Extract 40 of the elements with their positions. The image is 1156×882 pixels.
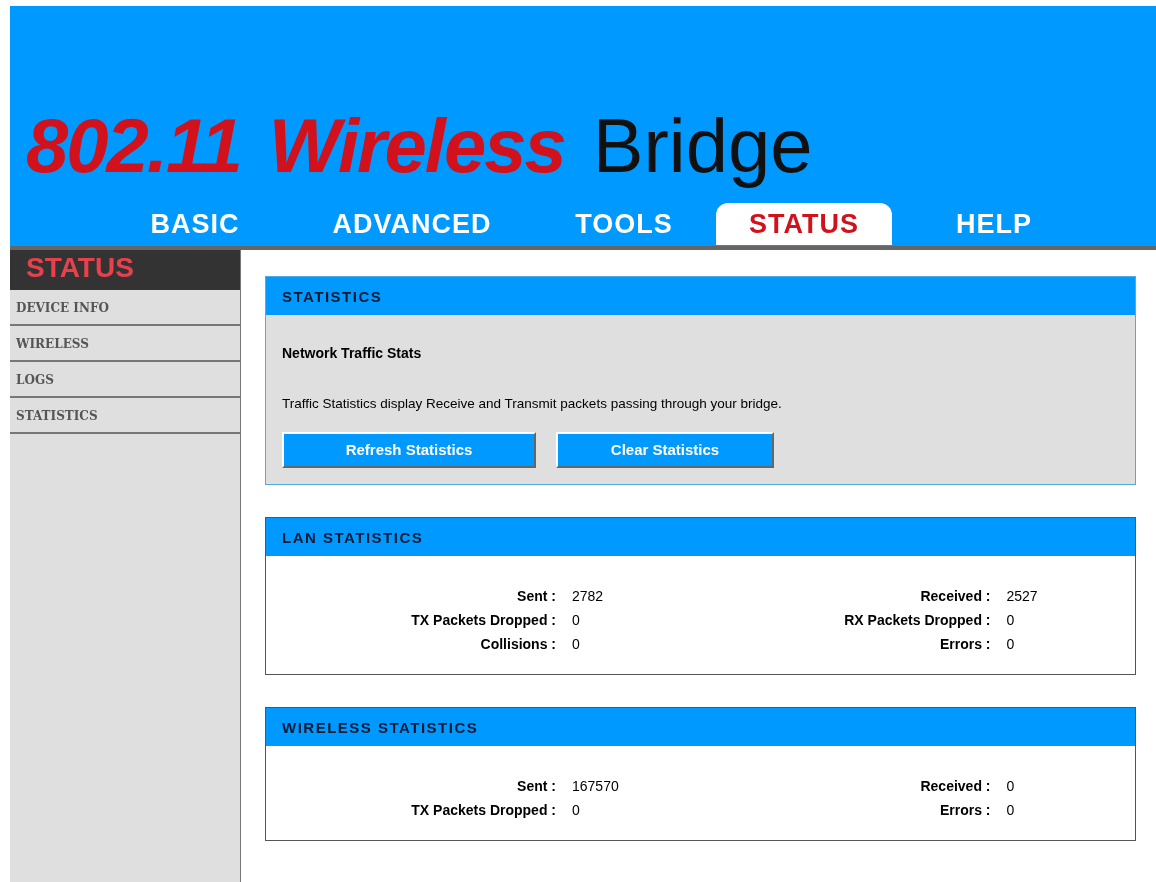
sidebar-item[interactable]: DEVICE INFO: [10, 290, 240, 326]
sidebar-title: STATUS: [10, 250, 240, 290]
nav-tab[interactable]: HELP: [904, 203, 1084, 245]
stat-value: 0: [572, 801, 581, 821]
action-button[interactable]: Refresh Statistics: [282, 432, 536, 469]
stat-label: Received :: [919, 777, 991, 797]
panel-title: WIRELESS STATISTICS: [266, 708, 1135, 747]
stat-value: 0: [1006, 777, 1016, 797]
stat-label: Errors :: [938, 635, 991, 655]
nav-tab[interactable]: ADVANCED: [292, 203, 532, 245]
stat-label: Received :: [919, 587, 991, 607]
stat-value: 2782: [572, 587, 605, 607]
sidebar-item[interactable]: WIRELESS: [10, 326, 240, 362]
nav-tab[interactable]: TOOLS: [544, 203, 704, 245]
stat-value: 167570: [572, 777, 620, 797]
stat-value: 0: [1006, 635, 1016, 655]
action-button[interactable]: Clear Statistics: [556, 432, 774, 469]
stat-value: 0: [572, 635, 581, 655]
section-heading: Network Traffic Stats: [282, 344, 422, 363]
stat-label: Collisions :: [479, 635, 556, 655]
sidebar-item[interactable]: STATISTICS: [10, 398, 240, 434]
panel-title: LAN STATISTICS: [266, 518, 1135, 557]
stat-label: Errors :: [938, 801, 991, 821]
nav-tab[interactable]: STATUS: [716, 203, 892, 245]
stat-label: Sent :: [516, 777, 556, 797]
stat-label: TX Packets Dropped :: [410, 801, 556, 821]
stat-value: 0: [1006, 801, 1016, 821]
nav-tab[interactable]: BASIC: [110, 203, 280, 245]
description-text: Traffic Statistics display Receive and Transmit packets passing through your bridge.: [282, 395, 782, 413]
logo-text: Bridge: [592, 106, 813, 186]
stat-label: TX Packets Dropped :: [410, 611, 556, 631]
panel-title: STATISTICS: [266, 277, 1135, 315]
stat-value: 0: [572, 611, 581, 631]
logo-text: Wireless: [268, 106, 565, 186]
stat-label: Sent :: [516, 587, 556, 607]
stat-value: 0: [1006, 611, 1016, 631]
sidebar-item[interactable]: LOGS: [10, 362, 240, 398]
stat-value: 2527: [1006, 587, 1039, 607]
stat-label: RX Packets Dropped :: [843, 611, 991, 631]
logo-text: 802.11: [26, 106, 241, 186]
